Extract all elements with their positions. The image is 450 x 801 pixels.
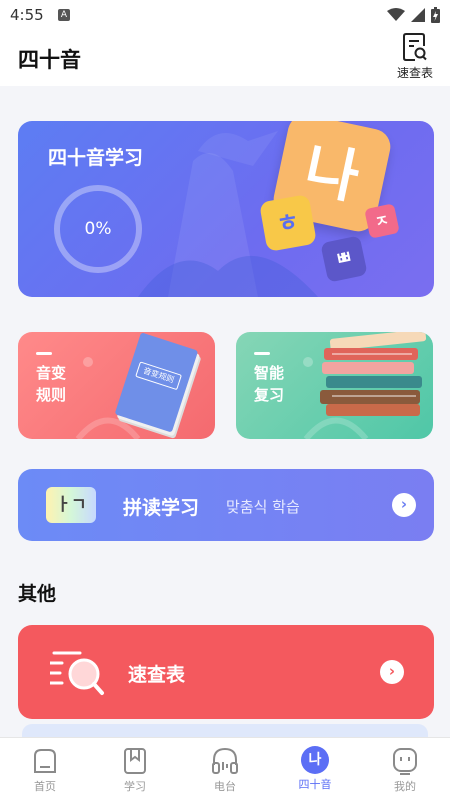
tab-home-label: 首页 xyxy=(34,780,56,793)
app-header: 四十音 速查表 xyxy=(0,30,450,86)
bookmark-icon xyxy=(124,748,146,774)
sound-change-label: 音变 规则 xyxy=(36,364,67,404)
spelling-study-subtitle: 맞춤식 학습 xyxy=(226,498,300,516)
page-title: 四十音 xyxy=(18,48,81,72)
spelling-icon: ㅏㄱ xyxy=(46,487,96,523)
bottom-tab-bar: 首页 学习 电台 나 四十音 我的 xyxy=(0,737,450,801)
tab-study-label: 学习 xyxy=(124,780,146,793)
quick-reference-card[interactable]: 速查表 › xyxy=(18,625,434,719)
tab-forty-sounds[interactable]: 나 四十音 xyxy=(270,738,360,801)
document-search-icon xyxy=(403,33,427,61)
tab-radio-label: 电台 xyxy=(214,780,236,793)
home-icon xyxy=(34,749,56,773)
hangul-tile-pink: ㅈ xyxy=(364,203,400,239)
quick-reference-label: 速查表 xyxy=(396,66,433,80)
status-time: 4:55 xyxy=(10,6,44,24)
status-icons xyxy=(387,7,440,23)
spelling-study-card[interactable]: ㅏㄱ 拼读学习 맞춤식 학습 › xyxy=(18,469,434,541)
signal-icon xyxy=(411,8,425,22)
forty-sounds-icon: 나 xyxy=(301,746,329,774)
chevron-right-icon[interactable]: › xyxy=(380,660,404,684)
progress-percentage: 0% xyxy=(84,219,112,239)
notification-indicator-icon: A xyxy=(58,9,70,21)
spelling-study-title: 拼读学习 xyxy=(123,497,200,519)
hangul-tile-pink-text: ㅈ xyxy=(373,210,391,232)
forty-sounds-card-title: 四十音学习 xyxy=(48,147,144,169)
status-bar: 4:55 A xyxy=(0,0,450,30)
wifi-icon xyxy=(387,8,405,21)
next-card-peek xyxy=(22,724,428,738)
battery-icon xyxy=(431,7,440,23)
card-accent-bar xyxy=(36,352,52,355)
spelling-icon-text: ㅏㄱ xyxy=(55,495,87,515)
headphones-icon xyxy=(212,747,238,774)
hangul-tile-yellow-text: ㅎ xyxy=(274,207,302,239)
forty-sounds-icon-text: 나 xyxy=(308,752,322,768)
quick-reference-card-title: 速查表 xyxy=(128,664,186,686)
smart-review-label: 智能 复习 xyxy=(254,364,285,404)
quick-reference-button[interactable]: 速查表 xyxy=(392,32,438,81)
tab-profile-label: 我的 xyxy=(394,780,416,793)
tab-profile[interactable]: 我的 xyxy=(360,738,450,801)
tab-radio[interactable]: 电台 xyxy=(180,738,270,801)
sound-change-rules-card[interactable]: 音变 规则 音变规则 xyxy=(18,332,215,439)
magnifier-list-icon xyxy=(50,651,104,695)
smart-review-card[interactable]: 智能 复习 xyxy=(236,332,433,439)
forty-sounds-study-card[interactable]: 四十音学习 0% 나 ㅎ ㅈ ㅃ xyxy=(18,121,434,297)
hangul-tile-purple-text: ㅃ xyxy=(333,246,355,271)
hangul-tile-purple: ㅃ xyxy=(320,235,368,283)
tab-home[interactable]: 首页 xyxy=(0,738,90,801)
chevron-right-icon[interactable]: › xyxy=(392,493,416,517)
section-title-other: 其他 xyxy=(18,583,57,605)
card-accent-bar xyxy=(254,352,270,355)
profile-icon xyxy=(393,748,417,775)
tab-study[interactable]: 学习 xyxy=(90,738,180,801)
tab-forty-sounds-label: 四十音 xyxy=(298,778,332,791)
hangul-tile-yellow: ㅎ xyxy=(259,194,317,252)
book-stack-icon xyxy=(320,332,427,416)
